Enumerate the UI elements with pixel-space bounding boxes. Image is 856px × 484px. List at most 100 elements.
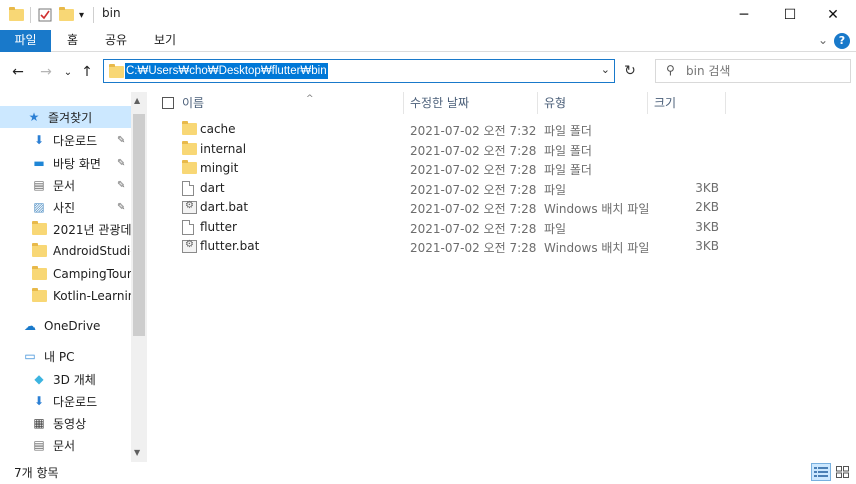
refresh-button[interactable]: ↻ [618, 59, 642, 83]
search-box[interactable]: ⚲ [655, 59, 851, 83]
up-button[interactable]: ↑ [78, 62, 96, 82]
file-name: flutter [200, 220, 237, 234]
folder-icon [9, 6, 24, 24]
help-icon[interactable]: ? [834, 33, 850, 49]
navigation-pane: ★ 즐겨찾기 ⬇ 다운로드 ✎ ▬ 바탕 화면 ✎ ▤ 문서 ✎ ▨ 사진 ✎ … [0, 92, 147, 462]
recent-locations-button[interactable]: ⌄ [59, 62, 77, 82]
download-icon: ⬇ [33, 394, 45, 408]
tab-home[interactable]: 홈 [53, 30, 92, 52]
large-icons-view-icon [836, 466, 849, 478]
details-view-icon [814, 467, 828, 477]
column-header-size[interactable]: 크기 [650, 92, 726, 114]
sidebar-item-folder[interactable]: Kotlin-Learning [0, 285, 131, 307]
search-input[interactable] [686, 62, 846, 80]
file-modified: 2021-07-02 오전 7:28 [410, 241, 537, 255]
scroll-up-icon[interactable]: ▲ [134, 96, 140, 105]
sidebar-item-label: CampingTour [53, 267, 131, 281]
column-header-modified[interactable]: 수정한 날짜 [406, 92, 538, 114]
folder-icon [31, 243, 47, 259]
sidebar-item-label: 내 PC [44, 349, 75, 364]
navigation-scrollbar[interactable]: ▲ ▼ [131, 92, 147, 462]
sidebar-item-quick-access[interactable]: ★ 즐겨찾기 [0, 106, 131, 128]
file-name: internal [200, 142, 247, 156]
tab-view[interactable]: 보기 [140, 30, 190, 52]
sidebar-item-documents[interactable]: ▤ 문서 ✎ [0, 174, 131, 196]
file-row[interactable]: internal 2021-07-02 오전 7:28 파일 폴더 [150, 140, 856, 160]
file-type: 파일 [544, 183, 567, 197]
file-row[interactable]: dart.bat 2021-07-02 오전 7:28 Windows 배치 파… [150, 198, 856, 218]
sidebar-item-onedrive[interactable]: ☁ OneDrive [0, 315, 131, 337]
large-icons-view-button[interactable] [833, 463, 853, 481]
scroll-down-icon[interactable]: ▼ [134, 448, 140, 457]
address-path[interactable]: C:₩Users₩cho₩Desktop₩flutter₩bin [125, 63, 328, 79]
folder-icon [182, 121, 197, 138]
file-modified: 2021-07-02 오전 7:28 [410, 222, 537, 236]
file-icon [182, 220, 194, 238]
file-name: cache [200, 122, 236, 136]
batch-file-icon [182, 239, 197, 256]
document-icon: ▤ [33, 178, 45, 192]
sidebar-item-pc-downloads[interactable]: ⬇ 다운로드 [0, 390, 131, 412]
sidebar-item-label: 3D 개체 [53, 372, 96, 387]
maximize-button[interactable]: ☐ [767, 0, 813, 30]
sidebar-item-label: 사진 [53, 200, 76, 215]
file-row[interactable]: flutter.bat 2021-07-02 오전 7:28 Windows 배… [150, 237, 856, 257]
sidebar-item-this-pc[interactable]: ▭ 내 PC [0, 345, 131, 367]
tab-share[interactable]: 공유 [91, 30, 141, 52]
file-row[interactable]: dart 2021-07-02 오전 7:28 파일 3KB [150, 179, 856, 199]
ribbon: 파일 홈 공유 보기 ⌄ ? [0, 30, 856, 52]
download-icon: ⬇ [33, 133, 45, 147]
pin-icon: ✎ [117, 134, 126, 146]
file-row[interactable]: mingit 2021-07-02 오전 7:28 파일 폴더 [150, 159, 856, 179]
sidebar-item-label: 문서 [53, 178, 76, 193]
address-bar[interactable]: C:₩Users₩cho₩Desktop₩flutter₩bin ⌄ [103, 59, 615, 83]
quick-access-dropdown[interactable]: ▾ [79, 6, 84, 24]
cloud-icon: ☁ [24, 319, 36, 333]
pin-icon: ✎ [117, 201, 126, 213]
properties-icon[interactable] [38, 6, 52, 24]
item-count: 7개 항목 [14, 466, 59, 480]
scrollbar-thumb[interactable] [133, 114, 145, 336]
file-type: 파일 폴더 [544, 124, 592, 138]
sidebar-item-folder[interactable]: AndroidStudioP [0, 240, 131, 262]
file-name: mingit [200, 161, 239, 175]
column-header-type[interactable]: 유형 [540, 92, 648, 114]
file-icon [182, 181, 194, 199]
sidebar-item-videos[interactable]: ▦ 동영상 [0, 412, 131, 434]
column-header-name[interactable]: 이름 ^ [178, 92, 404, 114]
sidebar-item-label: AndroidStudioP [53, 244, 131, 258]
details-view-button[interactable] [811, 463, 831, 481]
ribbon-expand-icon[interactable]: ⌄ [818, 33, 828, 47]
sidebar-item-3d-objects[interactable]: ◆ 3D 개체 [0, 368, 131, 390]
sidebar-item-pc-documents[interactable]: ▤ 문서 [0, 434, 131, 456]
back-button[interactable]: ← [9, 62, 27, 82]
sidebar-item-downloads[interactable]: ⬇ 다운로드 ✎ [0, 129, 131, 151]
pin-icon: ✎ [117, 179, 126, 191]
minimize-button[interactable]: ─ [721, 0, 767, 30]
close-button[interactable]: ✕ [810, 0, 856, 30]
sidebar-item-label: 다운로드 [53, 394, 98, 409]
sidebar-item-folder[interactable]: CampingTour [0, 263, 131, 285]
tab-file[interactable]: 파일 [0, 30, 51, 52]
window-title: bin [102, 6, 121, 20]
search-icon: ⚲ [666, 63, 675, 77]
sidebar-item-folder[interactable]: 2021년 관광데이 [0, 218, 131, 240]
sort-ascending-icon: ^ [306, 94, 314, 104]
select-all-checkbox[interactable] [162, 97, 174, 109]
sidebar-item-pictures[interactable]: ▨ 사진 ✎ [0, 196, 131, 218]
file-modified: 2021-07-02 오전 7:28 [410, 163, 537, 177]
file-name: flutter.bat [200, 239, 260, 253]
forward-button[interactable]: → [37, 62, 55, 82]
status-bar: 7개 항목 [0, 462, 856, 484]
sidebar-item-desktop[interactable]: ▬ 바탕 화면 ✎ [0, 152, 131, 174]
file-list: 이름 ^ 수정한 날짜 유형 크기 cache 2021-07-02 오전 7:… [150, 92, 856, 462]
title-bar: ▾ bin ─ ☐ ✕ [0, 0, 856, 30]
sidebar-item-label: OneDrive [44, 319, 101, 333]
file-row[interactable]: cache 2021-07-02 오전 7:32 파일 폴더 [150, 120, 856, 140]
document-icon: ▤ [33, 438, 45, 452]
address-dropdown-icon[interactable]: ⌄ [601, 63, 610, 76]
new-folder-icon[interactable] [59, 6, 74, 24]
file-row[interactable]: flutter 2021-07-02 오전 7:28 파일 3KB [150, 218, 856, 238]
separator [93, 6, 94, 24]
file-name: dart [200, 181, 225, 195]
